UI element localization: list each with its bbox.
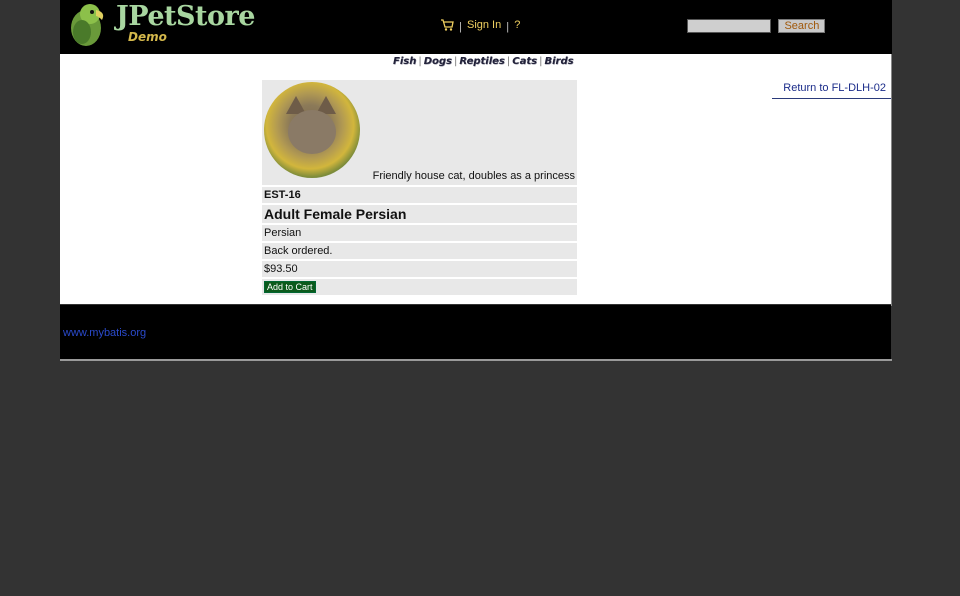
parrot-logo-icon [71, 4, 104, 46]
item-stock: Back ordered. [262, 243, 577, 259]
back-link-container: Return to FL-DLH-02 [772, 78, 891, 99]
quicklink-dogs[interactable]: Dogs [424, 56, 452, 67]
footer: www.mybatis.org [60, 305, 891, 359]
search-button[interactable]: Search [778, 19, 826, 33]
sign-in-link[interactable]: Sign In [467, 19, 501, 31]
logo[interactable]: JPetStore Demo [66, 1, 255, 48]
menu-separator: | [459, 21, 462, 33]
mybatis-link[interactable]: www.mybatis.org [63, 327, 146, 339]
menu-separator: | [506, 21, 510, 33]
header: JPetStore Demo | Sign In | ? Search [60, 0, 892, 54]
cat-image [264, 82, 360, 178]
search-input[interactable] [687, 19, 771, 33]
quicklink-fish[interactable]: Fish [393, 56, 416, 67]
item-description: Friendly house cat, doubles as a princes… [372, 170, 575, 182]
add-to-cart-row: Add to Cart [262, 279, 577, 295]
quicklink-cats[interactable]: Cats [512, 56, 537, 67]
item-id: EST-16 [262, 187, 577, 203]
logo-title: JPetStore [116, 1, 255, 32]
content: Fish | Dogs | Reptiles | Cats | Birds Return to … [60, 54, 891, 304]
add-to-cart-button[interactable]: Add to Cart [264, 281, 316, 293]
footer-divider [60, 359, 892, 361]
quicklink-reptiles[interactable]: Reptiles [459, 56, 505, 67]
search-form: Search [687, 19, 826, 37]
divider [891, 54, 892, 306]
return-link[interactable]: Return to FL-DLH-02 [783, 82, 891, 94]
header-menu: | Sign In | ? [440, 19, 520, 37]
item-name: Adult Female Persian [262, 205, 577, 223]
logo-subtitle: Demo [128, 30, 167, 44]
item-price: $93.50 [262, 261, 577, 277]
item-image-row: Friendly house cat, doubles as a princes… [262, 80, 577, 185]
item-table: Friendly house cat, doubles as a princes… [262, 80, 577, 297]
quicklink-birds[interactable]: Birds [544, 56, 573, 67]
cart-icon[interactable] [440, 19, 454, 34]
help-link[interactable]: ? [514, 19, 520, 31]
item-product: Persian [262, 225, 577, 241]
quick-links: Fish | Dogs | Reptiles | Cats | Birds [393, 56, 574, 67]
